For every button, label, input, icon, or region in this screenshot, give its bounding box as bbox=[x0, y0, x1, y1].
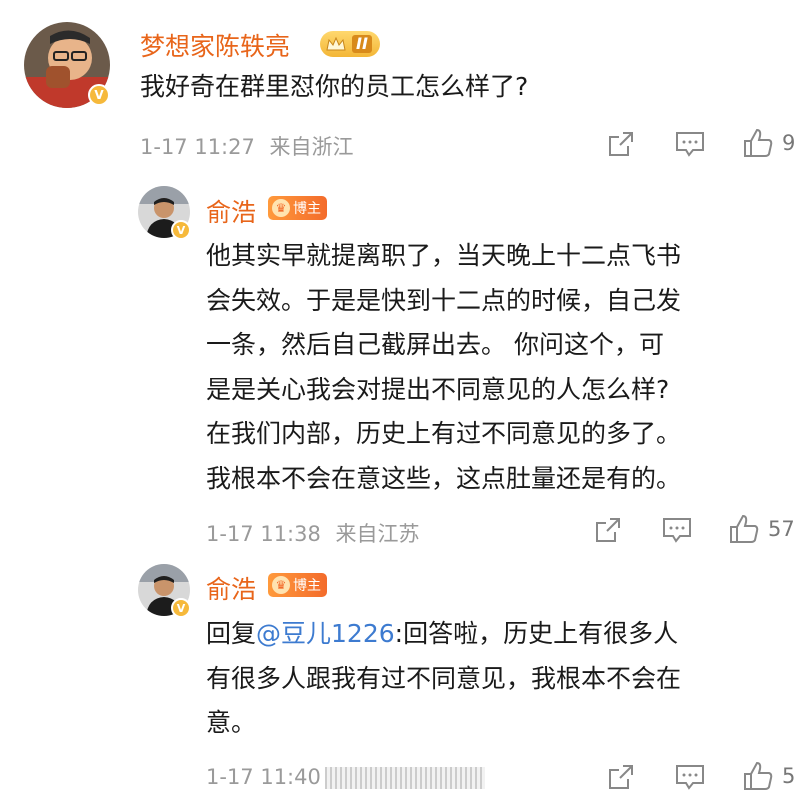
comment-text: 回复@豆儿1226:回答啦，历史上有很多人 有很多人跟我有过不同意见，我根本不会… bbox=[206, 612, 796, 746]
like-button[interactable]: 5 bbox=[742, 760, 795, 792]
comment-text-line: 我根本不会在意这些，这点肚量还是有的。 bbox=[206, 463, 682, 493]
verified-v-icon: V bbox=[88, 84, 110, 106]
comment-text-line: 一条，然后自己截屏出去。 你问这个，可 bbox=[206, 330, 664, 359]
host-badge: ♛ 博主 bbox=[268, 573, 327, 597]
like-button[interactable]: 9 bbox=[742, 127, 795, 159]
host-icon: ♛ bbox=[272, 199, 290, 217]
comment-meta: 1-17 11:40 bbox=[206, 765, 321, 789]
comment-icon bbox=[663, 518, 691, 543]
comment-meta: 1-17 11:27 来自浙江 bbox=[140, 131, 354, 161]
host-badge: ♛ 博主 bbox=[268, 196, 327, 220]
thumbs-up-icon bbox=[730, 514, 759, 543]
verified-v-icon: V bbox=[171, 220, 191, 240]
comment-button[interactable] bbox=[675, 763, 705, 791]
like-count: 9 bbox=[782, 131, 796, 155]
username[interactable]: 梦想家陈轶亮 bbox=[140, 27, 290, 63]
comment-text-line: 有很多人跟我有过不同意见，我根本不会在 bbox=[206, 663, 682, 693]
level-label: II bbox=[352, 35, 372, 53]
comment-icon bbox=[676, 132, 704, 157]
comment-item-3: V 俞浩 ♛ 博主 回复@豆儿1226:回答啦，历史上有很多人 有很多人跟我有过… bbox=[0, 560, 811, 797]
share-icon bbox=[596, 518, 620, 542]
username[interactable]: 俞浩 bbox=[206, 193, 256, 229]
comment-text-line: 是是关心我会对提出不同意见的人怎么样? bbox=[206, 374, 670, 404]
comment-button[interactable] bbox=[662, 516, 692, 544]
share-button[interactable] bbox=[594, 516, 622, 544]
like-count: 5 bbox=[782, 764, 796, 788]
comment-item-1: V 梦想家陈轶亮 II 我好奇在群里怼你的员工怎么样了? 1-17 11:27 … bbox=[0, 0, 811, 170]
host-label: 博主 bbox=[293, 201, 321, 217]
comment-location: 来自浙江 bbox=[269, 135, 354, 159]
thumbs-up-icon bbox=[744, 128, 773, 157]
comment-icon bbox=[676, 765, 704, 790]
blurred-location bbox=[325, 767, 485, 789]
reply-prefix: 回复 bbox=[206, 619, 257, 648]
reply-line-1: 回复@豆儿1226:回答啦，历史上有很多人 bbox=[206, 612, 796, 657]
verified-v-icon: V bbox=[171, 598, 191, 618]
share-icon bbox=[609, 765, 633, 789]
reply-text: :回答啦，历史上有很多人 bbox=[394, 619, 679, 648]
comment-text-line: 意。 bbox=[206, 708, 257, 737]
host-icon: ♛ bbox=[272, 576, 290, 594]
share-button[interactable] bbox=[607, 763, 635, 791]
thumbs-up-icon bbox=[744, 761, 773, 790]
level-badge: II bbox=[320, 31, 380, 57]
like-count: 57 bbox=[768, 517, 795, 541]
comment-text: 他其实早就提离职了，当天晚上十二点飞书 会失效。于是是快到十二点的时候，自己发 … bbox=[206, 234, 796, 501]
share-button[interactable] bbox=[607, 130, 635, 158]
host-label: 博主 bbox=[293, 578, 321, 594]
mention-link[interactable]: @豆儿1226 bbox=[256, 619, 395, 648]
comment-meta: 1-17 11:38 来自江苏 bbox=[206, 518, 420, 548]
comment-text-line: 在我们内部，历史上有过不同意见的多了。 bbox=[206, 419, 682, 448]
comment-item-2: V 俞浩 ♛ 博主 他其实早就提离职了，当天晚上十二点飞书 会失效。于是是快到十… bbox=[0, 170, 811, 560]
comment-time: 1-17 11:27 bbox=[140, 135, 255, 159]
comment-time: 1-17 11:40 bbox=[206, 765, 321, 789]
comment-text-line: 他其实早就提离职了，当天晚上十二点飞书 bbox=[206, 241, 682, 270]
crown-icon bbox=[326, 36, 346, 51]
share-icon bbox=[609, 132, 633, 156]
username[interactable]: 俞浩 bbox=[206, 570, 256, 606]
comment-text-line: 会失效。于是是快到十二点的时候，自己发 bbox=[206, 285, 682, 315]
comment-location: 来自江苏 bbox=[335, 522, 420, 546]
comment-text: 我好奇在群里怼你的员工怎么样了? bbox=[140, 72, 529, 101]
like-button[interactable]: 57 bbox=[728, 513, 795, 545]
comment-time: 1-17 11:38 bbox=[206, 522, 321, 546]
comment-button[interactable] bbox=[675, 130, 705, 158]
